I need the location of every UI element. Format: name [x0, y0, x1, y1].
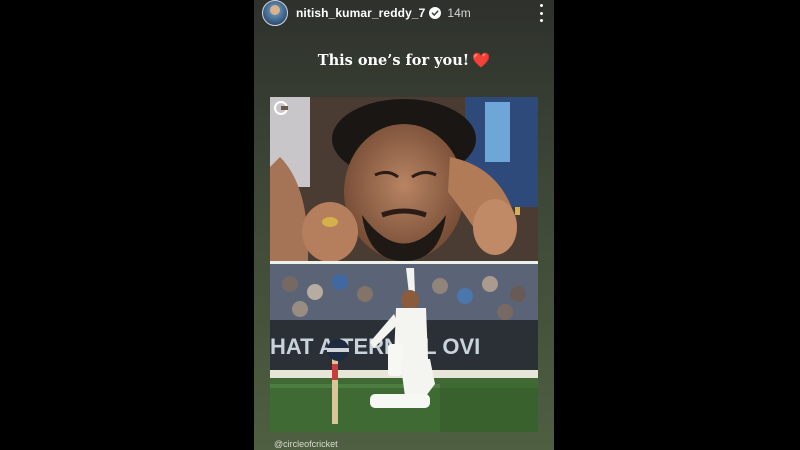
story-viewer[interactable]: nitish_kumar_reddy_7 14m This one’s for …: [254, 0, 554, 450]
more-options-icon[interactable]: [536, 4, 546, 22]
avatar[interactable]: [262, 0, 288, 26]
father-photo-illustration: [270, 97, 538, 261]
heart-emoji: ❤️: [472, 52, 491, 69]
time-ago: 14m: [447, 6, 471, 20]
photo-batsman-celebrating: HAT A TERNIGL OVI: [270, 264, 538, 432]
username[interactable]: nitish_kumar_reddy_7: [296, 6, 425, 20]
story-caption: This one’s for you! ❤️: [254, 52, 554, 69]
story-header: nitish_kumar_reddy_7 14m: [262, 0, 550, 26]
caption-text: This one’s for you!: [317, 52, 470, 69]
photo-credit[interactable]: @circleofcricket: [274, 439, 338, 449]
batsman-photo-illustration: HAT A TERNIGL OVI: [270, 264, 538, 432]
channel-logo-icon: [274, 101, 288, 115]
verified-badge-icon: [429, 7, 442, 19]
photo-emotional-father: [270, 97, 538, 261]
